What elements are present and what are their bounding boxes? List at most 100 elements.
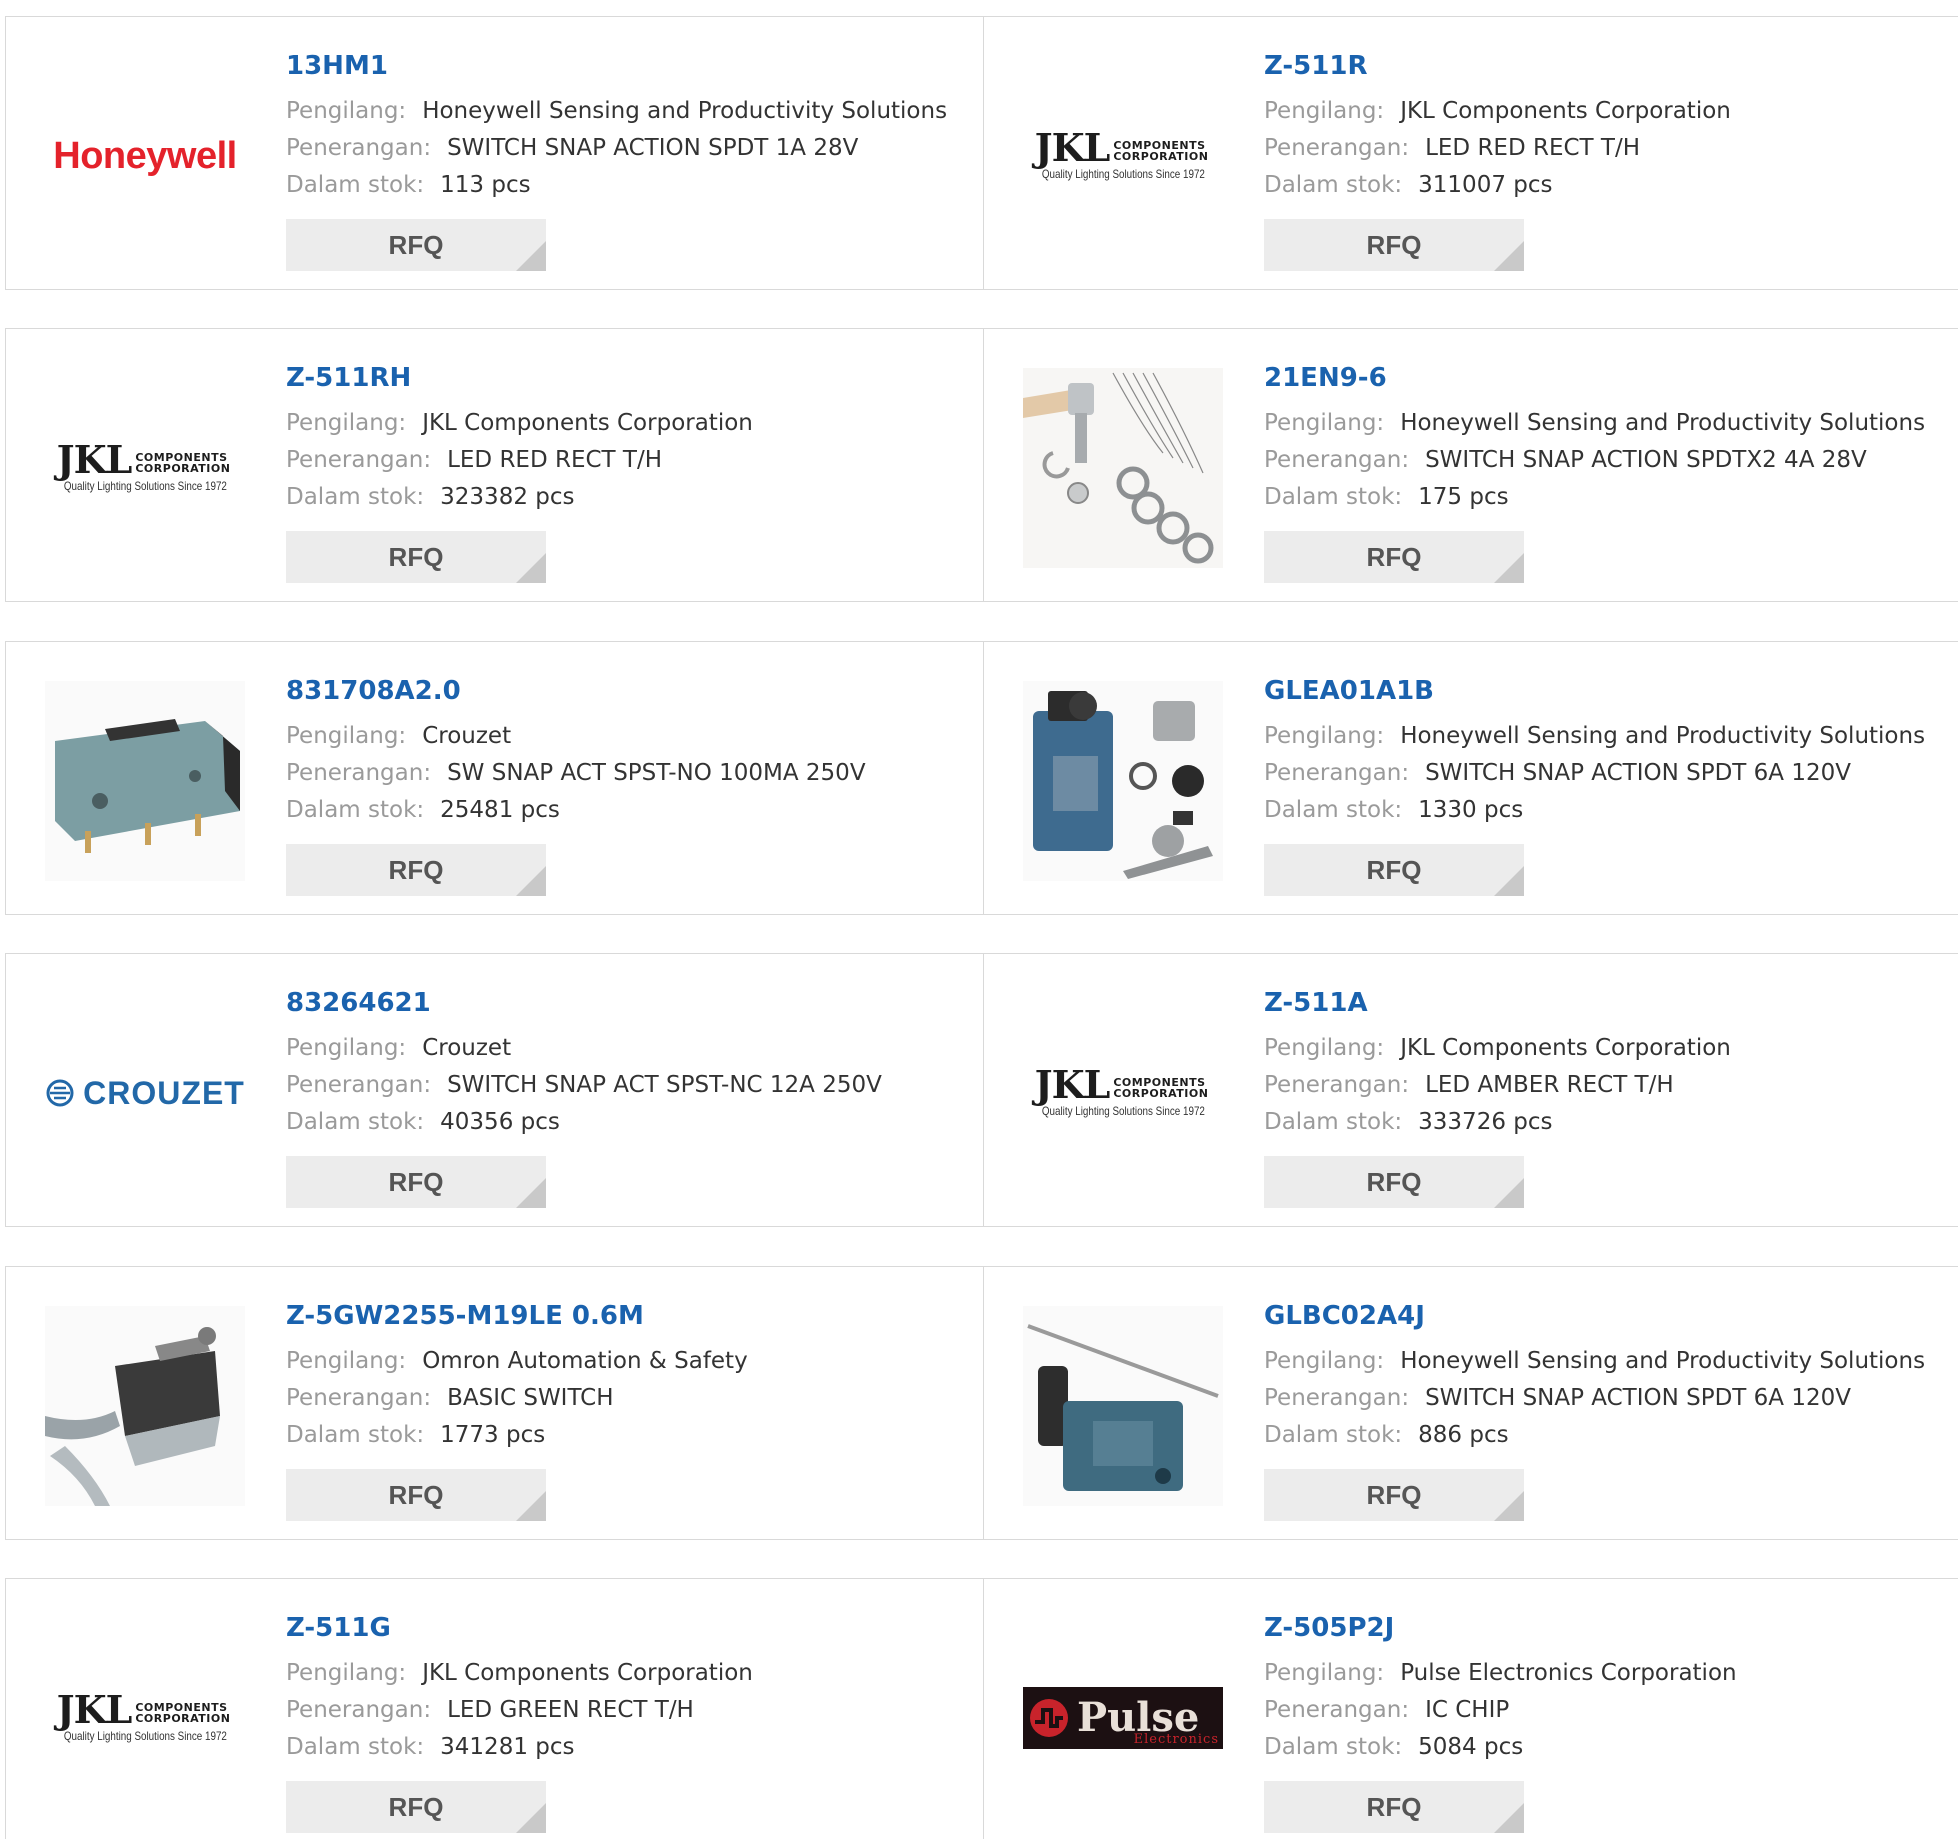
rfq-button[interactable]: RFQ — [286, 531, 546, 583]
product-card: Pulse Electronics Z-505P2J Pengilang: Pul… — [984, 1579, 1958, 1839]
product-thumbnail[interactable]: Honeywell — [44, 55, 246, 257]
part-number-link[interactable]: Z-511A — [1264, 984, 1731, 1022]
product-thumbnail[interactable]: Pulse Electronics — [1022, 1617, 1224, 1819]
rfq-label: RFQ — [388, 541, 444, 572]
rfq-button[interactable]: RFQ — [1264, 1469, 1524, 1521]
product-card: GLBC02A4J Pengilang: Honeywell Sensing an… — [984, 1267, 1958, 1539]
part-number-link[interactable]: GLBC02A4J — [1264, 1297, 1925, 1335]
rfq-button[interactable]: RFQ — [1264, 1156, 1524, 1208]
product-row: CROUZET 83264621 Pengilang: Crouzet Pener… — [5, 953, 1958, 1227]
description-line: Penerangan: LED RED RECT T/H — [1264, 130, 1731, 167]
product-thumbnail[interactable] — [1022, 680, 1224, 882]
product-thumbnail[interactable] — [44, 1305, 246, 1507]
part-number-link[interactable]: 831708A2.0 — [286, 672, 866, 710]
product-card: Honeywell 13HM1 Pengilang: Honeywell Sens… — [6, 17, 984, 289]
product-row: JKL COMPONENTS CORPORATION Quality Lighti… — [5, 328, 1958, 602]
description-line: Penerangan: SWITCH SNAP ACTION SPDT 6A 12… — [1264, 1380, 1925, 1417]
product-thumbnail[interactable]: JKL COMPONENTS CORPORATION Quality Lighti… — [1022, 55, 1224, 257]
description-value: IC CHIP — [1425, 1697, 1510, 1723]
product-row: JKL COMPONENTS CORPORATION Quality Lighti… — [5, 1578, 1958, 1839]
manufacturer-line: Pengilang: Omron Automation & Safety — [286, 1343, 748, 1380]
rfq-label: RFQ — [1366, 229, 1422, 260]
rfq-button[interactable]: RFQ — [286, 219, 546, 271]
stock-value: 886 pcs — [1418, 1422, 1509, 1448]
part-number-link[interactable]: 83264621 — [286, 984, 882, 1022]
product-thumbnail[interactable]: JKL COMPONENTS CORPORATION Quality Lighti… — [1022, 992, 1224, 1194]
product-thumbnail[interactable]: JKL COMPONENTS CORPORATION Quality Lighti… — [44, 1617, 246, 1819]
stock-label: Dalam stok: — [1264, 1734, 1403, 1760]
product-grid: Honeywell 13HM1 Pengilang: Honeywell Sens… — [0, 0, 1958, 1839]
product-thumbnail[interactable] — [1022, 1305, 1224, 1507]
description-value: LED RED RECT T/H — [1425, 135, 1641, 161]
product-thumbnail[interactable]: CROUZET — [44, 992, 246, 1194]
product-thumbnail[interactable]: JKL COMPONENTS CORPORATION Quality Lighti… — [44, 367, 246, 569]
rfq-button[interactable]: RFQ — [286, 1781, 546, 1833]
rfq-button[interactable]: RFQ — [286, 1469, 546, 1521]
corner-decoration — [516, 1803, 546, 1833]
product-thumbnail[interactable] — [44, 680, 246, 882]
part-number-link[interactable]: Z-5GW2255-M19LE 0.6M — [286, 1297, 748, 1335]
manufacturer-line: Pengilang: Pulse Electronics Corporation — [1264, 1655, 1737, 1692]
description-label: Penerangan: — [286, 1385, 432, 1411]
stock-line: Dalam stok: 886 pcs — [1264, 1417, 1925, 1454]
manufacturer-line: Pengilang: Crouzet — [286, 1030, 882, 1067]
manufacturer-line: Pengilang: Honeywell Sensing and Producti… — [286, 93, 947, 130]
product-card: JKL COMPONENTS CORPORATION Quality Lighti… — [6, 329, 984, 601]
manufacturer-label: Pengilang: — [1264, 1348, 1385, 1374]
product-card: JKL COMPONENTS CORPORATION Quality Lighti… — [984, 954, 1958, 1226]
rfq-label: RFQ — [388, 854, 444, 885]
part-number-link[interactable]: GLEA01A1B — [1264, 672, 1925, 710]
stock-line: Dalam stok: 323382 pcs — [286, 479, 753, 516]
rfq-button[interactable]: RFQ — [1264, 219, 1524, 271]
stock-label: Dalam stok: — [286, 484, 425, 510]
product-info: Z-505P2J Pengilang: Pulse Electronics Cor… — [1264, 1609, 1737, 1833]
rfq-label: RFQ — [1366, 541, 1422, 572]
product-thumbnail[interactable] — [1022, 367, 1224, 569]
rfq-button[interactable]: RFQ — [286, 1156, 546, 1208]
stock-value: 40356 pcs — [440, 1109, 560, 1135]
jkl-logo: JKL COMPONENTS CORPORATION Quality Lighti… — [56, 437, 231, 494]
part-number-link[interactable]: Z-505P2J — [1264, 1609, 1737, 1647]
stock-value: 311007 pcs — [1418, 172, 1553, 198]
honeywell-logo: Honeywell — [53, 134, 237, 177]
product-card: 831708A2.0 Pengilang: Crouzet Penerangan:… — [6, 642, 984, 914]
description-label: Penerangan: — [286, 135, 432, 161]
rfq-button[interactable]: RFQ — [1264, 1781, 1524, 1833]
stock-value: 175 pcs — [1418, 484, 1509, 510]
product-info: 83264621 Pengilang: Crouzet Penerangan: SW… — [286, 984, 882, 1208]
stock-line: Dalam stok: 5084 pcs — [1264, 1729, 1737, 1766]
description-value: LED RED RECT T/H — [447, 447, 663, 473]
rfq-button[interactable]: RFQ — [1264, 531, 1524, 583]
rfq-button[interactable]: RFQ — [1264, 844, 1524, 896]
manufacturer-value: Omron Automation & Safety — [422, 1348, 748, 1374]
jkl-logo: JKL COMPONENTS CORPORATION Quality Lighti… — [1034, 125, 1209, 182]
manufacturer-line: Pengilang: Honeywell Sensing and Producti… — [1264, 1343, 1925, 1380]
product-card: CROUZET 83264621 Pengilang: Crouzet Pener… — [6, 954, 984, 1226]
rfq-button[interactable]: RFQ — [286, 844, 546, 896]
stock-line: Dalam stok: 40356 pcs — [286, 1104, 882, 1141]
part-number-link[interactable]: Z-511G — [286, 1609, 753, 1647]
description-label: Penerangan: — [286, 447, 432, 473]
part-number-link[interactable]: Z-511R — [1264, 47, 1731, 85]
manufacturer-line: Pengilang: JKL Components Corporation — [1264, 1030, 1731, 1067]
manufacturer-value: Honeywell Sensing and Productivity Solut… — [1400, 410, 1926, 436]
part-number-link[interactable]: 21EN9-6 — [1264, 359, 1925, 397]
part-number-link[interactable]: 13HM1 — [286, 47, 947, 85]
stock-value: 1773 pcs — [440, 1422, 546, 1448]
manufacturer-label: Pengilang: — [1264, 98, 1385, 124]
product-card: GLEA01A1B Pengilang: Honeywell Sensing an… — [984, 642, 1958, 914]
manufacturer-value: Crouzet — [422, 723, 512, 749]
manufacturer-label: Pengilang: — [286, 1035, 407, 1061]
manufacturer-label: Pengilang: — [286, 1348, 407, 1374]
stock-line: Dalam stok: 341281 pcs — [286, 1729, 753, 1766]
description-label: Penerangan: — [286, 1697, 432, 1723]
corner-decoration — [516, 1178, 546, 1208]
stock-line: Dalam stok: 1773 pcs — [286, 1417, 748, 1454]
part-number-link[interactable]: Z-511RH — [286, 359, 753, 397]
product-info: GLEA01A1B Pengilang: Honeywell Sensing an… — [1264, 672, 1925, 896]
description-line: Penerangan: LED GREEN RECT T/H — [286, 1692, 753, 1729]
stock-line: Dalam stok: 1330 pcs — [1264, 792, 1925, 829]
stock-value: 5084 pcs — [1418, 1734, 1524, 1760]
rfq-label: RFQ — [1366, 1479, 1422, 1510]
stock-value: 323382 pcs — [440, 484, 575, 510]
